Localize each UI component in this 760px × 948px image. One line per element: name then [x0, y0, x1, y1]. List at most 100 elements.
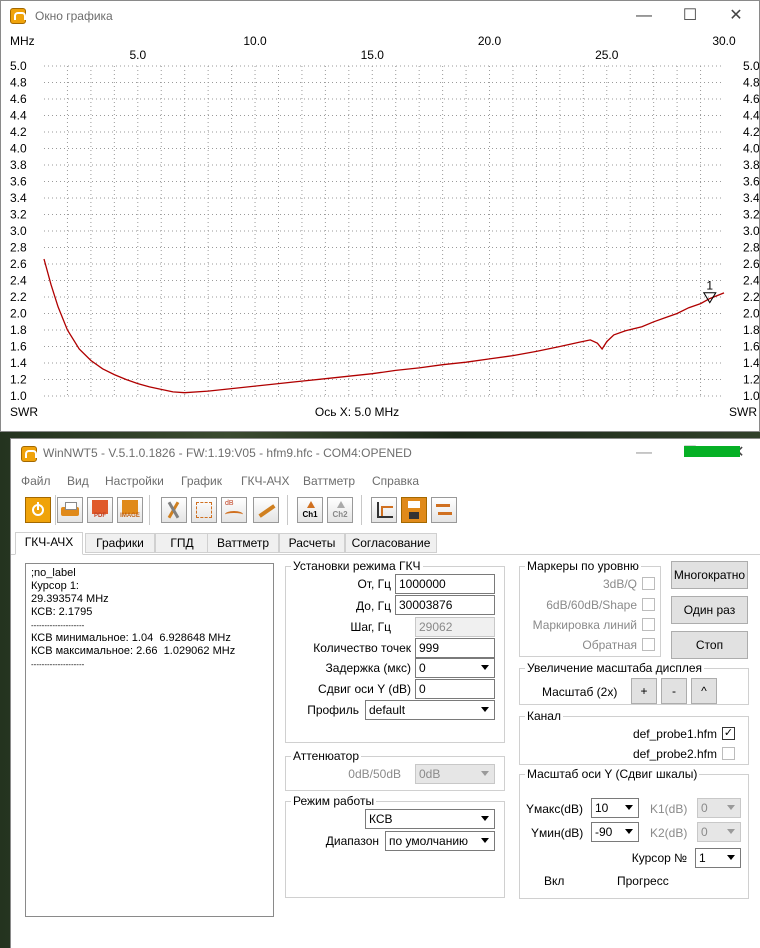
- main-titlebar[interactable]: WinNWT5 - V.5.1.0.1826 - FW:1.19:V05 - h…: [11, 439, 760, 469]
- marker-reverse-label: Обратная: [582, 638, 637, 652]
- marker-lines-checkbox[interactable]: [642, 618, 655, 631]
- app-icon: [10, 8, 26, 24]
- y-tick-label-left: 3.8: [10, 158, 27, 172]
- y-tick-label-left: 4.2: [10, 125, 27, 139]
- y-tick-label-left: 2.8: [10, 241, 27, 255]
- image-icon[interactable]: IMAGE: [117, 497, 143, 523]
- tab-vfo[interactable]: ГПД: [155, 533, 209, 553]
- channel-legend: Канал: [527, 709, 561, 723]
- k2-select: 0: [697, 822, 741, 842]
- y-tick-label-left: 3.0: [10, 224, 27, 238]
- menu-sweep[interactable]: ГКЧ-АЧХ: [241, 474, 290, 488]
- mode-select[interactable]: КСВ: [365, 809, 495, 829]
- points-input[interactable]: 999: [415, 638, 495, 658]
- multi-sweep-button[interactable]: Многократно: [671, 561, 748, 589]
- graph-window-title: Окно графика: [35, 9, 113, 23]
- x-tick-label: 5.0: [129, 48, 146, 62]
- probe1-checkbox[interactable]: ✓: [722, 727, 735, 740]
- y-tick-label-left: 2.0: [10, 307, 27, 321]
- menu-view[interactable]: Вид: [67, 474, 89, 488]
- marker-3db-checkbox[interactable]: [642, 577, 655, 590]
- marker-6db-checkbox[interactable]: [642, 598, 655, 611]
- unit-label: MHz: [10, 34, 35, 48]
- menu-wattmeter[interactable]: Ваттметр: [303, 474, 355, 488]
- cursor-number-select[interactable]: 1: [695, 848, 741, 868]
- chevron-down-icon: [481, 838, 489, 843]
- info-line: ;no_label: [31, 567, 76, 579]
- graph-titlebar[interactable]: Окно графика — ☐ ✕: [1, 1, 759, 31]
- chevron-down-icon: [625, 805, 633, 810]
- db-icon[interactable]: dB: [221, 497, 247, 523]
- ch1-icon[interactable]: Ch1: [297, 497, 323, 523]
- zoom-legend: Увеличение масштаба дисплея: [527, 661, 703, 675]
- k2-select-value: 0: [701, 825, 708, 839]
- save-icon[interactable]: [401, 497, 427, 523]
- y-tick-label-right: 3.2: [743, 208, 759, 222]
- tuning-icon[interactable]: [253, 497, 279, 523]
- calibrate-icon[interactable]: [191, 497, 217, 523]
- ch1-icon-label: Ch1: [302, 510, 318, 519]
- x-tick-label: 25.0: [595, 48, 619, 62]
- y-tick-label-left: 5.0: [10, 59, 27, 73]
- mode-legend: Режим работы: [293, 794, 375, 808]
- menu-graph[interactable]: График: [181, 474, 222, 488]
- y-tick-label-right: 1.0: [743, 389, 759, 403]
- stop-button[interactable]: Стоп: [671, 631, 748, 659]
- points-label: Количество точек: [313, 641, 411, 655]
- menu-bar: Файл Вид Настройки График ГКЧ-АЧХ Ваттме…: [11, 471, 760, 491]
- tab-wattmeter[interactable]: Ваттметр: [207, 533, 279, 553]
- tab-graphs[interactable]: Графики: [85, 533, 155, 553]
- to-input[interactable]: 30003876: [395, 595, 495, 615]
- profile-select[interactable]: default: [365, 700, 495, 720]
- zoom-up-button[interactable]: ^: [691, 678, 717, 704]
- probe2-label: def_probe2.hfm: [632, 747, 717, 761]
- y-tick-label-right: 3.8: [743, 158, 759, 172]
- from-input[interactable]: 1000000: [395, 574, 495, 594]
- minimize-icon[interactable]: —: [621, 1, 667, 31]
- single-sweep-button[interactable]: Один раз: [671, 596, 748, 624]
- y-tick-label-right: 5.0: [743, 59, 759, 73]
- ch2-icon-label: Ch2: [332, 510, 348, 519]
- tab-matching[interactable]: Согласование: [345, 533, 437, 553]
- export-icon[interactable]: [431, 497, 457, 523]
- cursor-number-label: Курсор №: [631, 851, 687, 865]
- swr-chart[interactable]: 5.0 4.8 4.6 4.4 4.2 4.0 3.8 3.6 3.4 3.2 3.0 2.8 2.6 2…: [1, 31, 759, 431]
- ch2-icon[interactable]: Ch2: [327, 497, 353, 523]
- delay-select[interactable]: 0: [415, 658, 495, 678]
- maximize-icon[interactable]: ☐: [667, 1, 713, 31]
- ymin-select[interactable]: -90: [591, 822, 639, 842]
- power-icon[interactable]: [25, 497, 51, 523]
- menu-settings[interactable]: Настройки: [105, 474, 164, 488]
- delay-label: Задержка (мкс): [325, 661, 411, 675]
- close-icon[interactable]: ✕: [713, 1, 759, 31]
- marker-reverse-checkbox[interactable]: [642, 638, 655, 651]
- y-tick-label-left: 1.6: [10, 340, 27, 354]
- y-tick-label-right: 2.0: [743, 307, 759, 321]
- ymax-select[interactable]: 10: [591, 798, 639, 818]
- tab-bar: ГКЧ-АЧХ Графики ГПД Ваттметр Расчеты Сог…: [11, 532, 760, 555]
- probe2-checkbox[interactable]: [722, 747, 735, 760]
- pdf-icon[interactable]: PDF: [87, 497, 113, 523]
- zoom-in-button[interactable]: +: [631, 678, 657, 704]
- toolbar-separator: [361, 495, 362, 525]
- cursor-marker-label: 1: [706, 279, 713, 293]
- minimize-icon[interactable]: —: [621, 438, 667, 468]
- menu-file[interactable]: Файл: [21, 474, 51, 488]
- x-axis-top: 5.0 10.0 15.0 20.0 25.0 30.0: [129, 34, 736, 62]
- y-axis-right: 5.0 4.8 4.6 4.4 4.2 4.0 3.8 3.6 3.4 3.2 3.0 2.8 2.6 2…: [743, 59, 759, 403]
- tab-sweep[interactable]: ГКЧ-АЧХ: [15, 532, 83, 555]
- y-tick-label-left: 1.2: [10, 373, 27, 387]
- zoom-out-button[interactable]: -: [661, 678, 687, 704]
- range-select[interactable]: по умолчанию: [385, 831, 495, 851]
- marker-lines-label: Маркировка линий: [532, 618, 637, 632]
- y-tick-label-left: 2.4: [10, 274, 27, 288]
- chart-icon[interactable]: [371, 497, 397, 523]
- info-text-panel[interactable]: ;no_label Курсор 1: 29.393574 MHz КСВ: 2…: [25, 563, 274, 917]
- progress-bar: [684, 446, 740, 457]
- tab-calculations[interactable]: Расчеты: [279, 533, 345, 553]
- yshift-input[interactable]: 0: [415, 679, 495, 699]
- menu-help[interactable]: Справка: [372, 474, 419, 488]
- y-tick-label-left: 4.4: [10, 109, 27, 123]
- print-icon[interactable]: [57, 497, 83, 523]
- settings-tools-icon[interactable]: [161, 497, 187, 523]
